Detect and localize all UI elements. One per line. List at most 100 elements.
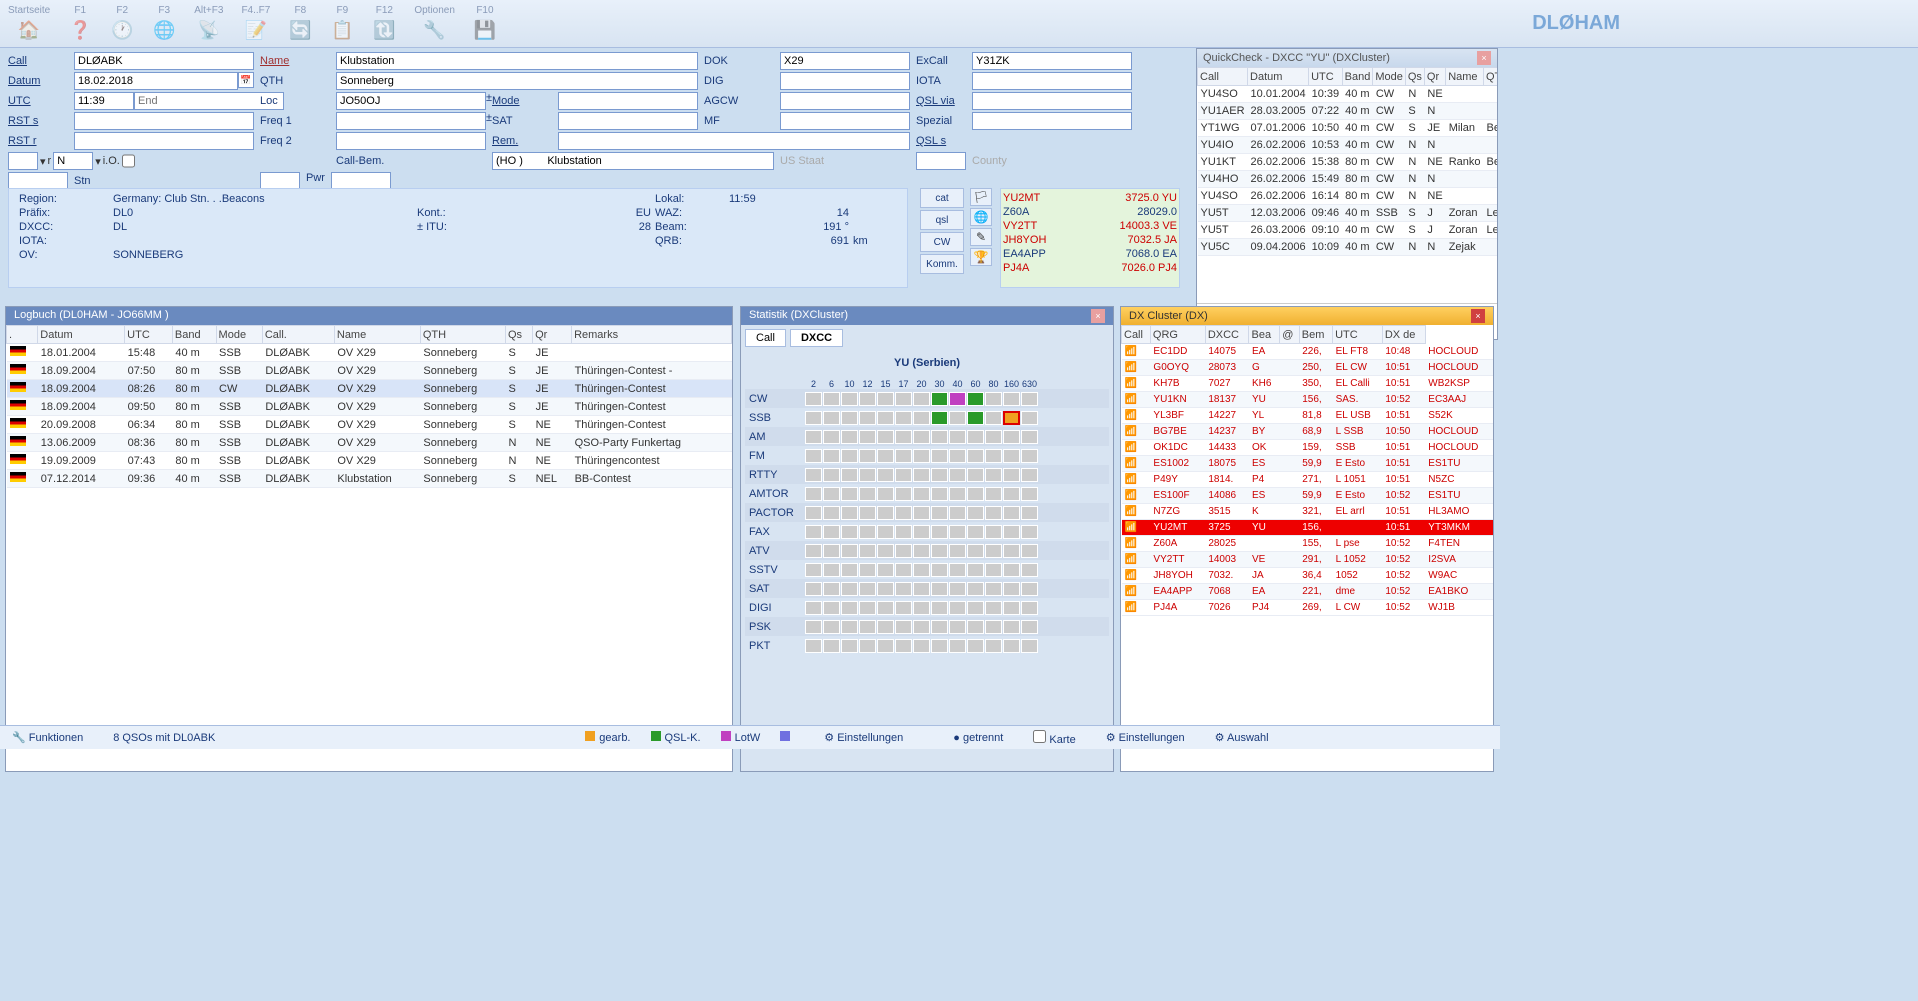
footer-funktionen[interactable]: 🔧 Funktionen	[12, 731, 83, 744]
col-Qs[interactable]: Qs	[505, 326, 532, 344]
col-@[interactable]: @	[1280, 326, 1300, 344]
stat-cell[interactable]	[1021, 449, 1038, 463]
stat-cell[interactable]	[913, 487, 930, 501]
stat-cell[interactable]	[877, 506, 894, 520]
stat-cell[interactable]	[895, 563, 912, 577]
table-row[interactable]: 📶G0OYQ28073G250,EL CW10:51HOCLOUD	[1122, 360, 1494, 376]
stat-cell[interactable]	[823, 563, 840, 577]
stat-cell[interactable]	[841, 601, 858, 615]
stat-cell[interactable]	[805, 563, 822, 577]
stat-cell[interactable]	[823, 449, 840, 463]
input-mode[interactable]	[558, 92, 698, 110]
stat-cell[interactable]	[859, 639, 876, 653]
input-datum[interactable]	[74, 72, 238, 90]
stat-cell[interactable]	[859, 392, 876, 406]
stat-cell[interactable]	[931, 468, 948, 482]
stat-cell[interactable]	[1003, 620, 1020, 634]
stat-cell[interactable]	[949, 506, 966, 520]
input-call[interactable]	[74, 52, 254, 70]
input-agcw[interactable]	[780, 92, 910, 110]
stat-cell[interactable]	[913, 601, 930, 615]
table-row[interactable]: YU1AER28.03.200507:2240 mCWSN	[1198, 103, 1498, 120]
stat-cell[interactable]	[931, 411, 948, 425]
stat-cell[interactable]	[805, 392, 822, 406]
stat-cell[interactable]	[967, 449, 984, 463]
input-rsts[interactable]	[74, 112, 254, 130]
stat-cell[interactable]	[859, 620, 876, 634]
table-row[interactable]: 18.09.200407:5080 mSSBDLØABKOV X29Sonneb…	[7, 362, 732, 380]
stat-cell[interactable]	[931, 639, 948, 653]
close-icon[interactable]: ×	[1471, 309, 1485, 323]
stat-cell[interactable]	[949, 544, 966, 558]
stat-cell[interactable]	[949, 449, 966, 463]
stat-cell[interactable]	[841, 620, 858, 634]
stat-cell[interactable]	[805, 544, 822, 558]
tab-Call[interactable]: Call	[745, 329, 786, 347]
stat-cell[interactable]	[1003, 487, 1020, 501]
table-row[interactable]: YU4SO10.01.200410:3940 mCWNNE	[1198, 86, 1498, 103]
stat-cell[interactable]	[985, 563, 1002, 577]
stat-cell[interactable]	[1021, 487, 1038, 501]
stat-cell[interactable]	[895, 601, 912, 615]
stat-cell[interactable]	[931, 506, 948, 520]
table-row[interactable]: 📶P49Y1814.P4271,L 105110:51N5ZC	[1122, 472, 1494, 488]
col-UTC[interactable]: UTC	[125, 326, 173, 344]
stat-cell[interactable]	[1021, 392, 1038, 406]
col-Call.[interactable]: Call.	[262, 326, 334, 344]
table-row[interactable]: YU4HO26.02.200615:4980 mCWNN	[1198, 171, 1498, 188]
stat-cell[interactable]	[985, 639, 1002, 653]
table-row[interactable]: 18.09.200408:2680 mCWDLØABKOV X29Sonnebe…	[7, 380, 732, 398]
stat-cell[interactable]	[985, 544, 1002, 558]
stat-cell[interactable]	[913, 525, 930, 539]
stat-cell[interactable]	[1003, 525, 1020, 539]
stat-cell[interactable]	[985, 449, 1002, 463]
input-sat[interactable]	[558, 112, 698, 130]
input-spezial[interactable]	[972, 112, 1132, 130]
stat-cell[interactable]	[1003, 392, 1020, 406]
tool-Optionen[interactable]: Optionen🔧	[414, 5, 455, 42]
table-row[interactable]: YU1KT26.02.200615:3880 mCWNNERankoBe	[1198, 154, 1498, 171]
table-row[interactable]: YU4IO26.02.200610:5340 mCWNN	[1198, 137, 1498, 154]
stat-cell[interactable]	[1003, 544, 1020, 558]
stat-cell[interactable]	[913, 430, 930, 444]
footer-cluster-einst[interactable]: ⚙ Einstellungen	[1106, 731, 1185, 744]
stat-cell[interactable]	[967, 601, 984, 615]
stat-cell[interactable]	[823, 639, 840, 653]
footer-auswahl[interactable]: ⚙ Auswahl	[1215, 731, 1269, 744]
stat-cell[interactable]	[859, 563, 876, 577]
input-n[interactable]	[53, 152, 93, 170]
stat-cell[interactable]	[823, 392, 840, 406]
stat-cell[interactable]	[841, 544, 858, 558]
stat-cell[interactable]	[877, 563, 894, 577]
stat-cell[interactable]	[913, 620, 930, 634]
stat-cell[interactable]	[823, 544, 840, 558]
stat-cell[interactable]	[859, 506, 876, 520]
stat-cell[interactable]	[859, 525, 876, 539]
stat-cell[interactable]	[823, 468, 840, 482]
side-btn-qsl[interactable]: qsl	[920, 210, 964, 230]
stat-cell[interactable]	[895, 525, 912, 539]
stat-cell[interactable]	[967, 411, 984, 425]
table-row[interactable]: 📶VY2TT14003VE291,L 105210:52I2SVA	[1122, 552, 1494, 568]
stat-cell[interactable]	[931, 544, 948, 558]
input-dok[interactable]	[780, 52, 910, 70]
calendar-icon[interactable]: 📅	[238, 72, 254, 88]
tool-F12[interactable]: F12🔃	[372, 5, 396, 42]
stat-cell[interactable]	[913, 544, 930, 558]
table-row[interactable]: 📶YU1KN18137YU156,SAS.10:52EC3AAJ	[1122, 392, 1494, 408]
stat-cell[interactable]	[841, 525, 858, 539]
stat-cell[interactable]	[1003, 506, 1020, 520]
stat-cell[interactable]	[895, 449, 912, 463]
stat-cell[interactable]	[895, 582, 912, 596]
stat-cell[interactable]	[931, 601, 948, 615]
table-row[interactable]: 📶EA4APP7068EA221,dme10:52EA1BKO	[1122, 584, 1494, 600]
tool-F4..F7[interactable]: F4..F7📝	[241, 5, 270, 42]
stat-cell[interactable]	[1021, 525, 1038, 539]
stat-cell[interactable]	[859, 601, 876, 615]
stat-cell[interactable]	[805, 525, 822, 539]
tool-F2[interactable]: F2🕐	[110, 5, 134, 42]
table-row[interactable]: 📶N7ZG3515K321,EL arrl10:51HL3AMO	[1122, 504, 1494, 520]
stat-cell[interactable]	[967, 544, 984, 558]
tool-Alt+F3[interactable]: Alt+F3📡	[194, 5, 223, 42]
stat-cell[interactable]	[949, 525, 966, 539]
